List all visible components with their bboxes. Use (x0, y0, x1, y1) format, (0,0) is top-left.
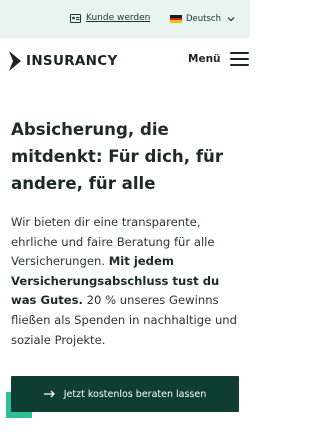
brand-name: INSURANCY (26, 53, 118, 69)
brand-mark-icon (9, 51, 21, 71)
language-selector[interactable]: Deutsch (170, 14, 235, 24)
become-customer-link[interactable]: Kunde werden (70, 13, 150, 23)
arrow-right-icon (43, 390, 55, 398)
free-consultation-button[interactable]: Jetzt kostenlos beraten lassen (11, 376, 239, 412)
menu-label: Menü (188, 53, 221, 65)
id-card-icon (70, 13, 81, 23)
hero-paragraph: Wir bieten dir eine transparente, ehrlic… (11, 213, 247, 350)
become-customer-label: Kunde werden (86, 13, 151, 23)
hamburger-icon (229, 52, 249, 66)
menu-button[interactable]: Menü (188, 52, 249, 66)
german-flag-icon (170, 15, 182, 24)
hero-headline: Absicherung, die mitdenkt: Für dich, für… (11, 120, 224, 193)
cta-label: Jetzt kostenlos beraten lassen (63, 388, 207, 400)
language-label: Deutsch (186, 14, 221, 24)
brand-logo[interactable]: INSURANCY (9, 51, 118, 71)
chevron-down-icon (227, 17, 235, 22)
